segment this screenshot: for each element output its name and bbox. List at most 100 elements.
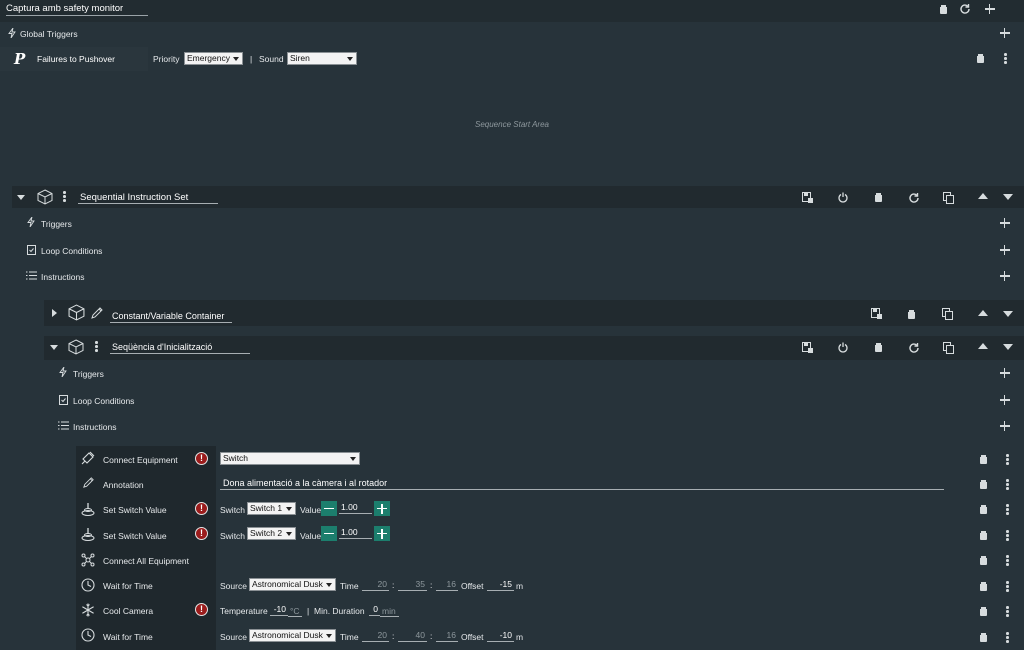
instruction-menu-icon[interactable] bbox=[1006, 555, 1009, 566]
switch-select[interactable]: Switch 1 bbox=[247, 502, 296, 515]
hours-field[interactable]: 20 bbox=[362, 630, 389, 642]
sis-drag-icon[interactable] bbox=[63, 191, 66, 202]
instruction-menu-icon[interactable] bbox=[1006, 504, 1009, 515]
annotation-text[interactable]: Dona alimentació a la càmera i al rotado… bbox=[220, 478, 944, 490]
power-icon[interactable] bbox=[838, 342, 848, 353]
colon: : bbox=[392, 580, 395, 590]
offset-unit: m bbox=[516, 581, 524, 591]
decrement-button[interactable] bbox=[321, 526, 337, 541]
duplicate-icon[interactable] bbox=[943, 342, 954, 354]
add-icon[interactable] bbox=[985, 4, 995, 14]
warning-icon: ! bbox=[195, 502, 208, 515]
instruction-menu-icon[interactable] bbox=[1006, 479, 1009, 490]
add-global-trigger-icon[interactable] bbox=[1000, 28, 1010, 38]
pencil-icon[interactable] bbox=[90, 306, 104, 320]
init-drag-icon[interactable] bbox=[95, 341, 98, 352]
lightning-icon bbox=[59, 367, 67, 377]
instruction-menu-icon[interactable] bbox=[1006, 530, 1009, 541]
seconds-field[interactable]: 16 bbox=[436, 579, 458, 591]
separator: | bbox=[307, 606, 310, 616]
delete-container-icon[interactable] bbox=[908, 310, 915, 319]
init-title[interactable]: Seqüència d'Inicialització bbox=[110, 342, 250, 354]
move-up-icon[interactable] bbox=[978, 343, 988, 349]
save-template-icon[interactable] bbox=[802, 342, 813, 353]
move-up-icon[interactable] bbox=[978, 193, 988, 199]
switch-icon bbox=[81, 503, 95, 516]
collapse-init-icon[interactable] bbox=[50, 345, 58, 350]
delete-instruction-icon[interactable] bbox=[980, 455, 987, 464]
reset-icon[interactable] bbox=[959, 3, 971, 15]
add-trigger-icon[interactable] bbox=[1000, 368, 1010, 378]
delete-instruction-icon[interactable] bbox=[980, 505, 987, 514]
switch-select[interactable]: Switch 2 bbox=[247, 527, 296, 540]
instruction-menu-icon[interactable] bbox=[1006, 454, 1009, 465]
reset-init-icon[interactable] bbox=[908, 342, 920, 354]
list-icon bbox=[58, 421, 69, 430]
delete-instruction-icon[interactable] bbox=[980, 633, 987, 642]
add-trigger-icon[interactable] bbox=[1000, 218, 1010, 228]
hours-field[interactable]: 20 bbox=[362, 579, 389, 591]
save-template-icon[interactable] bbox=[871, 308, 882, 319]
delete-init-icon[interactable] bbox=[875, 343, 882, 352]
sis-title[interactable]: Sequential Instruction Set bbox=[78, 192, 218, 204]
pencil-icon bbox=[83, 477, 94, 488]
save-template-icon[interactable] bbox=[802, 192, 813, 203]
duplicate-icon[interactable] bbox=[943, 192, 954, 204]
add-instruction-icon[interactable] bbox=[1000, 271, 1010, 281]
collapse-sis-icon[interactable] bbox=[17, 195, 25, 200]
switch-value[interactable]: 1.00 bbox=[339, 502, 372, 514]
priority-select[interactable]: Emergency bbox=[184, 52, 243, 65]
instruction-menu-icon[interactable] bbox=[1006, 606, 1009, 617]
seconds-field[interactable]: 16 bbox=[436, 630, 458, 642]
delete-instruction-icon[interactable] bbox=[980, 531, 987, 540]
lightning-icon bbox=[27, 217, 35, 227]
add-loop-condition-icon[interactable] bbox=[1000, 395, 1010, 405]
power-icon[interactable] bbox=[838, 192, 848, 203]
min-duration-field[interactable]: 0 bbox=[369, 604, 380, 616]
temperature-field[interactable]: -10 bbox=[270, 604, 288, 616]
trigger-menu-icon[interactable] bbox=[1004, 53, 1007, 64]
colon: : bbox=[430, 580, 433, 590]
temperature-label: Temperature bbox=[220, 606, 268, 616]
separator: | bbox=[250, 54, 253, 64]
move-down-icon[interactable] bbox=[1003, 194, 1013, 200]
plug-icon bbox=[81, 451, 95, 465]
delete-trigger-icon[interactable] bbox=[977, 54, 984, 63]
container-title[interactable]: Constant/Variable Container bbox=[110, 311, 232, 323]
delete-instruction-icon[interactable] bbox=[980, 607, 987, 616]
equipment-select[interactable]: Switch bbox=[220, 452, 360, 465]
delete-sequence-icon[interactable] bbox=[940, 5, 947, 14]
move-down-icon[interactable] bbox=[1003, 311, 1013, 317]
add-loop-condition-icon[interactable] bbox=[1000, 245, 1010, 255]
minutes-field[interactable]: 35 bbox=[398, 579, 427, 591]
sound-select[interactable]: Siren bbox=[287, 52, 357, 65]
offset-field[interactable]: -10 bbox=[487, 630, 514, 642]
move-up-icon[interactable] bbox=[978, 310, 988, 316]
decrement-button[interactable] bbox=[321, 501, 337, 516]
delete-instruction-icon[interactable] bbox=[980, 480, 987, 489]
pushover-trigger-name: Failures to Pushover bbox=[37, 54, 115, 64]
warning-icon: ! bbox=[195, 527, 208, 540]
source-select[interactable]: Astronomical Dusk bbox=[249, 578, 336, 591]
delete-sis-icon[interactable] bbox=[875, 193, 882, 202]
global-triggers-label: Global Triggers bbox=[20, 29, 78, 39]
minutes-field[interactable]: 40 bbox=[398, 630, 427, 642]
expand-container-icon[interactable] bbox=[52, 309, 57, 317]
increment-button[interactable] bbox=[374, 526, 390, 541]
lightning-icon bbox=[8, 28, 16, 38]
switch-value[interactable]: 1.00 bbox=[339, 527, 372, 539]
box-icon bbox=[68, 304, 85, 321]
source-select[interactable]: Astronomical Dusk bbox=[249, 629, 336, 642]
sis-triggers-label: Triggers bbox=[41, 219, 72, 229]
add-instruction-icon[interactable] bbox=[1000, 421, 1010, 431]
delete-instruction-icon[interactable] bbox=[980, 582, 987, 591]
delete-instruction-icon[interactable] bbox=[980, 556, 987, 565]
sequence-title-input[interactable]: Captura amb safety monitor bbox=[6, 3, 148, 16]
increment-button[interactable] bbox=[374, 501, 390, 516]
offset-field[interactable]: -15 bbox=[487, 579, 514, 591]
reset-sis-icon[interactable] bbox=[908, 192, 920, 204]
move-down-icon[interactable] bbox=[1003, 344, 1013, 350]
duplicate-icon[interactable] bbox=[942, 308, 953, 320]
instruction-menu-icon[interactable] bbox=[1006, 632, 1009, 643]
instruction-menu-icon[interactable] bbox=[1006, 581, 1009, 592]
